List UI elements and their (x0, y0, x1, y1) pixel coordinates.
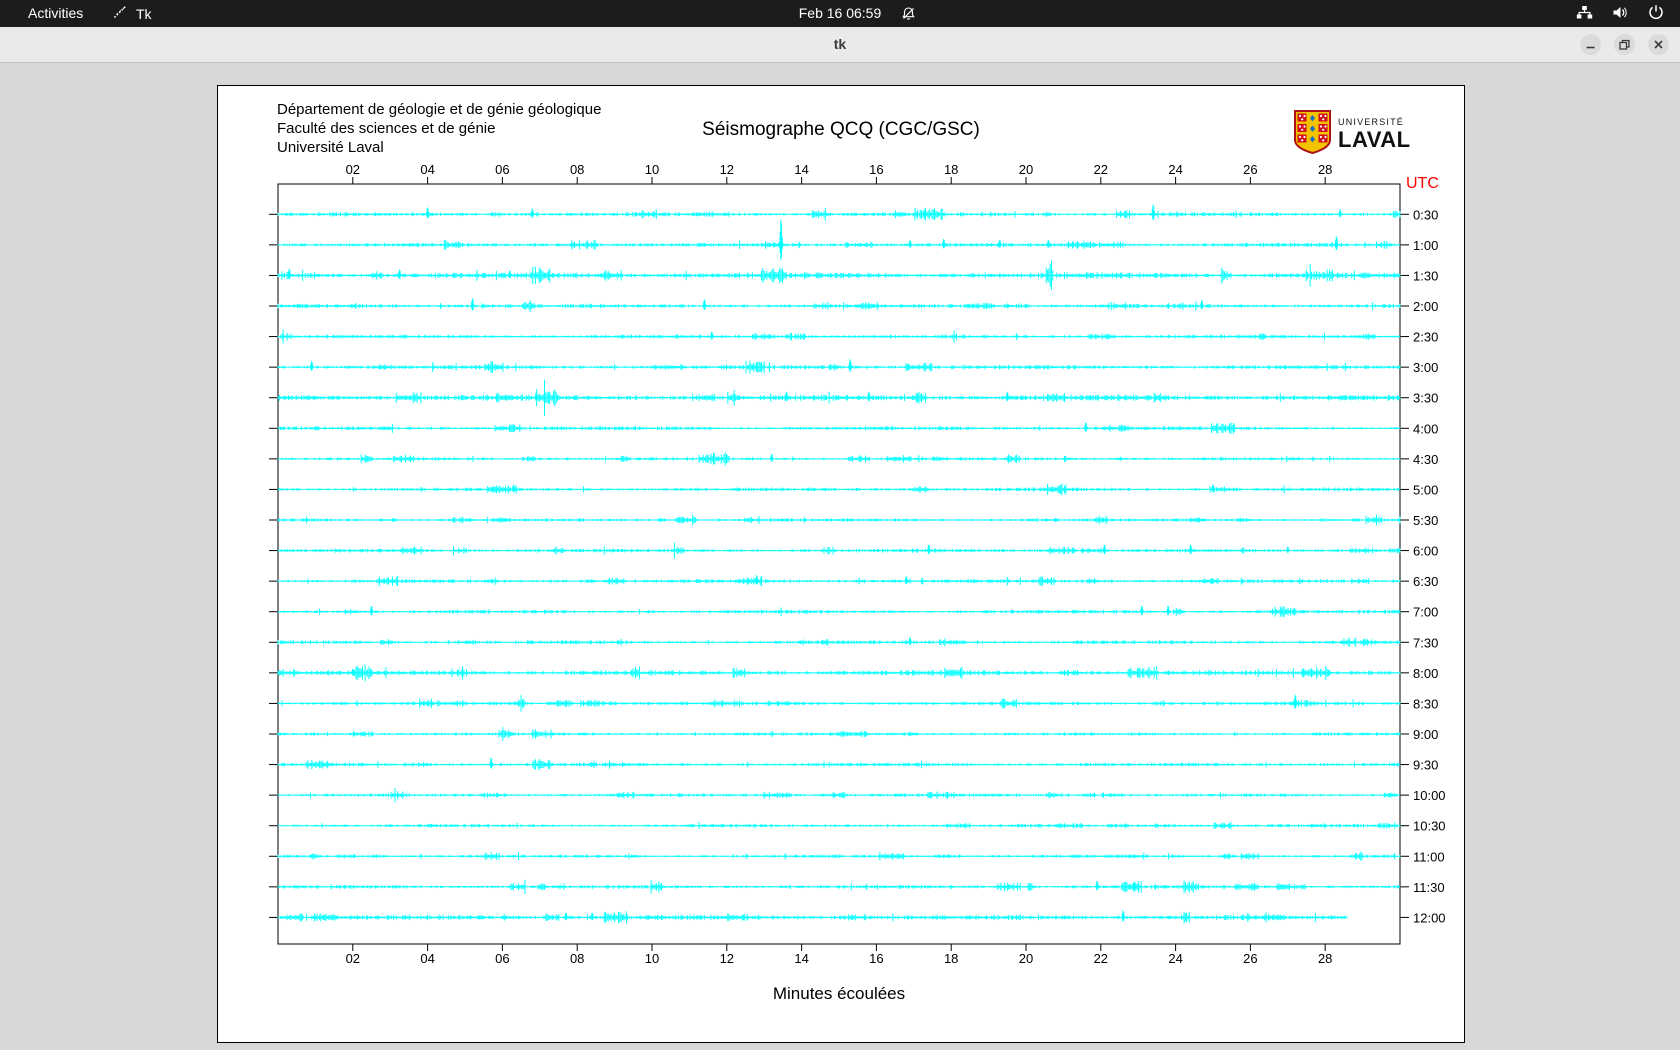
seismogram-trace (277, 822, 1401, 830)
seismogram-trace (277, 757, 1401, 771)
notifications-muted-icon (901, 6, 916, 24)
x-tick-top: 16 (869, 162, 883, 177)
time-tick-label: 11:30 (1413, 880, 1445, 895)
seismogram-trace (277, 851, 1401, 861)
seismogram-trace (277, 788, 1401, 803)
time-tick-label: 11:00 (1413, 849, 1445, 864)
time-tick-label: 10:00 (1413, 788, 1446, 803)
time-tick-label: 5:30 (1413, 513, 1438, 528)
x-tick-bottom: 10 (645, 951, 659, 966)
network-icon (1576, 5, 1593, 23)
system-top-bar: Activities Tk Feb 16 06:59 (0, 0, 1680, 27)
close-button[interactable] (1648, 34, 1669, 55)
seismogram-trace (277, 483, 1401, 496)
x-tick-top: 10 (645, 162, 659, 177)
time-tick-label: 9:00 (1413, 727, 1438, 742)
x-tick-bottom: 20 (1019, 951, 1033, 966)
x-axis-label: Minutes écoulées (772, 984, 906, 1003)
seismogram-trace (277, 575, 1401, 587)
x-tick-top: 28 (1318, 162, 1332, 177)
seismogram-trace (277, 298, 1401, 312)
x-tick-bottom: 06 (495, 951, 509, 966)
time-tick-label: 8:30 (1413, 696, 1438, 711)
seismogram-trace (277, 422, 1401, 434)
seismogram-trace (277, 514, 1401, 526)
seismogram-trace (277, 727, 1401, 741)
seismogram-trace (277, 219, 1401, 260)
x-tick-top: 18 (944, 162, 958, 177)
x-tick-top: 04 (420, 162, 434, 177)
window-titlebar[interactable]: tk (0, 27, 1680, 63)
time-tick-label: 5:00 (1413, 482, 1438, 497)
seismogram-trace (277, 694, 1401, 712)
seismogram-trace (277, 664, 1401, 682)
x-tick-top: 14 (794, 162, 808, 177)
x-tick-bottom: 14 (794, 951, 808, 966)
x-tick-top: 02 (346, 162, 360, 177)
clock-text: Feb 16 06:59 (798, 5, 882, 21)
system-tray[interactable] (1576, 0, 1664, 27)
time-tick-label: 0:30 (1413, 207, 1438, 222)
x-tick-bottom: 08 (570, 951, 584, 966)
time-tick-label: 7:30 (1413, 635, 1438, 650)
window-title: tk (833, 36, 847, 52)
time-tick-label: 2:00 (1413, 299, 1438, 314)
seismogram-trace (277, 329, 1401, 344)
x-tick-top: 08 (570, 162, 584, 177)
power-icon (1648, 4, 1664, 23)
time-tick-label: 1:00 (1413, 238, 1438, 253)
seismogram-trace (277, 452, 1401, 466)
x-tick-bottom: 12 (720, 951, 734, 966)
x-tick-top: 12 (720, 162, 734, 177)
time-tick-label: 1:30 (1413, 268, 1438, 283)
time-tick-label: 12:00 (1413, 910, 1446, 925)
time-tick-label: 4:00 (1413, 421, 1438, 436)
time-tick-label: 4:30 (1413, 452, 1438, 467)
seismogram-chart: 02 02 04 04 06 06 08 08 10 10 12 12 14 14 16 16 18 18 20 20… (269, 162, 1446, 966)
time-tick-label: 3:00 (1413, 360, 1438, 375)
x-tick-bottom: 02 (346, 951, 360, 966)
minimize-button[interactable] (1580, 34, 1601, 55)
x-tick-bottom: 22 (1094, 951, 1108, 966)
x-tick-top: 22 (1094, 162, 1108, 177)
time-tick-label: 6:00 (1413, 544, 1438, 559)
desktop: { "system_bar": { "activities_label": "A… (0, 0, 1680, 1050)
time-tick-label: 10:30 (1413, 819, 1446, 834)
seismogram-trace (277, 204, 1401, 221)
time-tick-label: 3:30 (1413, 391, 1438, 406)
time-tick-label: 6:30 (1413, 574, 1438, 589)
time-tick-label: 9:30 (1413, 758, 1438, 773)
volume-icon (1612, 5, 1629, 23)
x-tick-top: 06 (495, 162, 509, 177)
seismogram-trace (277, 260, 1401, 290)
seismogram-trace (277, 379, 1401, 416)
time-tick-label: 7:00 (1413, 605, 1438, 620)
seismogram-trace (277, 542, 1401, 559)
x-tick-bottom: 26 (1243, 951, 1257, 966)
seismogram-trace (277, 359, 1401, 374)
time-tick-label: 8:00 (1413, 666, 1438, 681)
x-tick-bottom: 04 (420, 951, 434, 966)
x-tick-bottom: 18 (944, 951, 958, 966)
seismograph-panel: Département de géologie et de génie géol… (217, 85, 1465, 1043)
x-tick-bottom: 28 (1318, 951, 1332, 966)
x-tick-top: 26 (1243, 162, 1257, 177)
maximize-button[interactable] (1614, 34, 1635, 55)
x-tick-top: 20 (1019, 162, 1033, 177)
x-tick-top: 24 (1168, 162, 1182, 177)
clock-button[interactable]: Feb 16 06:59 (0, 0, 1680, 27)
seismogram-trace (277, 605, 1401, 617)
x-tick-bottom: 16 (869, 951, 883, 966)
seismogram-trace (277, 879, 1401, 894)
x-tick-bottom: 24 (1168, 951, 1182, 966)
time-tick-label: 2:30 (1413, 330, 1438, 345)
seismogram-trace (277, 637, 1401, 647)
seismogram-trace (277, 910, 1348, 924)
